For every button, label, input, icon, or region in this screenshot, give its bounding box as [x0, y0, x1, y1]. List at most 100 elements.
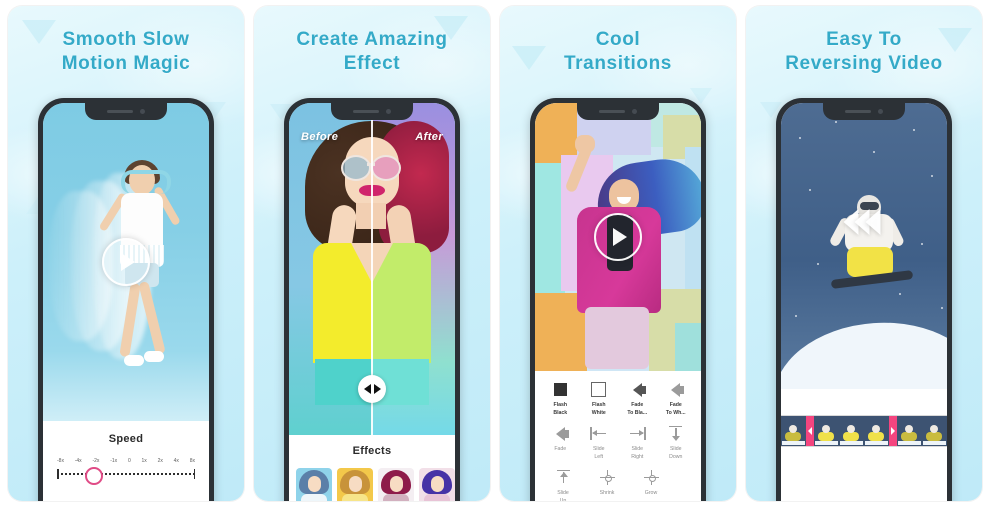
transition-slide-left[interactable]: Slide Left [580, 424, 619, 461]
rewind-button[interactable] [843, 209, 881, 235]
phone-screen [781, 103, 947, 501]
panel-headline: Create Amazing Effect [254, 6, 490, 77]
panel-headline: Cool Transitions [500, 6, 736, 77]
timeline-frame[interactable] [839, 416, 864, 446]
speed-slider[interactable] [57, 467, 195, 485]
transition-grow[interactable]: Grow [629, 468, 673, 501]
transition-label: Shrink [599, 490, 615, 497]
transition-label: Grow [644, 490, 658, 497]
before-label: Before [301, 131, 339, 143]
transition-shrink[interactable]: Shrink [585, 468, 629, 501]
effect-thumb-yellow[interactable] [337, 468, 373, 501]
trim-handle-left[interactable] [806, 416, 814, 446]
video-preview-slow-motion[interactable] [43, 103, 209, 421]
speaker-icon [599, 110, 625, 113]
panel-headline: Easy To Reversing Video [746, 6, 982, 77]
speed-control-panel: Speed -8x -4x -2x -1x 0 1x 2x 4x 8x [43, 421, 209, 501]
outline-square-icon [580, 380, 619, 399]
phone-notch [331, 103, 413, 120]
effects-thumbnail-strip[interactable] [289, 457, 455, 501]
speed-tick: 0 [127, 458, 131, 464]
speed-tick: 1x [141, 458, 147, 464]
transition-label: Slide Down [669, 446, 683, 460]
before-after-preview[interactable]: Before After [289, 103, 455, 435]
camera-icon [386, 109, 391, 114]
transition-row: Fade Slide Left Slide Right Slide Down [541, 424, 695, 461]
transition-label: Slide Right [631, 446, 644, 460]
screenshot-card-transitions[interactable]: Cool Transitions Flash Black Flash White… [500, 6, 736, 501]
timeline-panel [781, 389, 947, 501]
arrow-right-icon [373, 384, 381, 394]
phone-screen: Flash Black Flash White Fade To Bla... F… [535, 103, 701, 501]
filled-square-icon [541, 380, 580, 399]
slider-thumb[interactable] [84, 467, 103, 485]
transition-row: Slide Up Shrink Grow [541, 468, 695, 501]
trim-handle-right[interactable] [889, 416, 897, 446]
transition-slide-down[interactable]: Slide Down [657, 424, 696, 461]
video-preview-transitions[interactable] [535, 103, 701, 371]
play-button[interactable] [594, 213, 642, 261]
timeline-frame[interactable] [814, 416, 839, 446]
transition-slide-right[interactable]: Slide Right [618, 424, 657, 461]
speed-tick: -1x [110, 458, 118, 464]
transition-flash-white[interactable]: Flash White [580, 380, 619, 417]
headline-line-1: Create Amazing [296, 29, 448, 50]
headline-line-2: Transitions [564, 53, 672, 75]
shrink-icon [585, 468, 629, 487]
phone-notch [823, 103, 905, 120]
arrow-up-icon [541, 468, 585, 487]
video-timeline[interactable] [781, 415, 947, 447]
headline-line-2: Effect [343, 53, 401, 75]
timeline-frame[interactable] [864, 416, 889, 446]
timeline-frame[interactable] [897, 416, 922, 446]
speed-tick: 4x [173, 458, 179, 464]
speed-tick-labels: -8x -4x -2x -1x 0 1x 2x 4x 8x [57, 458, 195, 464]
headline-line-1: Cool [595, 29, 641, 50]
transition-row: Flash Black Flash White Fade To Bla... F… [541, 380, 695, 417]
speed-tick: -2x [92, 458, 100, 464]
phone-mockup: Flash Black Flash White Fade To Bla... F… [530, 98, 706, 501]
effect-thumb-magenta[interactable] [378, 468, 414, 501]
screenshot-card-effects[interactable]: Create Amazing Effect Before After Effec… [254, 6, 490, 501]
transition-label: Fade To Wh... [665, 402, 686, 416]
panel-headline: Smooth Slow Motion Magic [8, 6, 244, 77]
transitions-panel: Flash Black Flash White Fade To Bla... F… [535, 371, 701, 501]
timeline-frame[interactable] [781, 416, 806, 446]
transition-slide-up[interactable]: Slide Up [541, 468, 585, 501]
timeline-frame[interactable] [922, 416, 947, 446]
speed-tick: -8x [57, 458, 64, 464]
speaker-icon [353, 110, 379, 113]
speed-tick: 2x [157, 458, 163, 464]
transition-grid[interactable]: Flash Black Flash White Fade To Bla... F… [535, 371, 701, 501]
transition-fade-to-black[interactable]: Fade To Bla... [618, 380, 657, 417]
effects-panel: Effects [289, 435, 455, 501]
arrow-down-icon [657, 424, 696, 443]
transition-fade[interactable]: Fade [541, 424, 580, 461]
app-store-screenshot-gallery: Smooth Slow Motion Magic Speed -8x -4x -… [0, 0, 990, 507]
camera-icon [632, 109, 637, 114]
transition-label: Fade [554, 446, 567, 453]
fade-speaker-light-icon [541, 424, 580, 443]
camera-icon [878, 109, 883, 114]
effect-thumb-blue[interactable] [296, 468, 332, 501]
screenshot-card-slow-motion[interactable]: Smooth Slow Motion Magic Speed -8x -4x -… [8, 6, 244, 501]
effect-thumb-violet[interactable] [419, 468, 455, 501]
screenshot-card-reversing[interactable]: Easy To Reversing Video [746, 6, 982, 501]
fade-speaker-light-icon [657, 380, 696, 399]
speed-tick: 8x [189, 458, 195, 464]
transition-label: Flash White [591, 402, 606, 416]
compare-slider-handle[interactable] [358, 375, 386, 403]
transition-fade-to-white[interactable]: Fade To Wh... [657, 380, 696, 417]
phone-screen: Speed -8x -4x -2x -1x 0 1x 2x 4x 8x [43, 103, 209, 501]
transition-flash-black[interactable]: Flash Black [541, 380, 580, 417]
video-preview-reversing[interactable] [781, 103, 947, 389]
effects-panel-title: Effects [352, 445, 392, 457]
arrow-right-icon [618, 424, 657, 443]
phone-mockup: Speed -8x -4x -2x -1x 0 1x 2x 4x 8x [38, 98, 214, 501]
slider-track [57, 473, 195, 475]
speaker-icon [845, 110, 871, 113]
phone-notch [577, 103, 659, 120]
arrow-left-icon [580, 424, 619, 443]
slider-end-cap [193, 469, 195, 479]
play-button[interactable] [102, 238, 150, 286]
